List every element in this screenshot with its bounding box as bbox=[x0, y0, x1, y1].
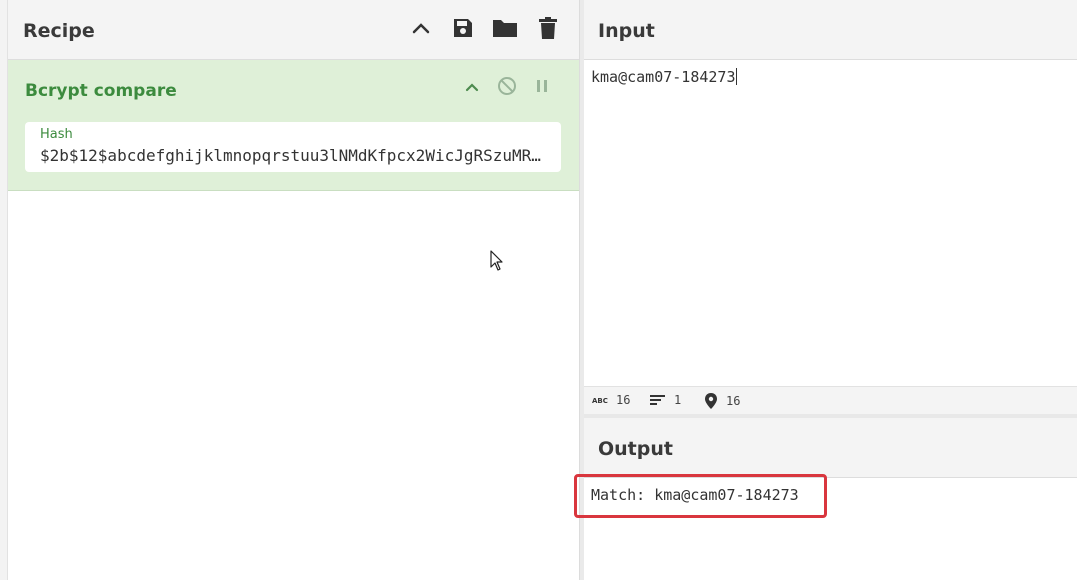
input-header: Input bbox=[584, 0, 1077, 60]
recipe-pane: Recipe Bcrypt compare Hash $2b$12$abcdef… bbox=[0, 0, 580, 580]
output-header: Output bbox=[584, 418, 1077, 478]
input-status-bar: ABC 16 1 16 bbox=[584, 386, 1077, 414]
abc-icon: ABC bbox=[592, 395, 608, 405]
chevron-up-icon bbox=[465, 79, 479, 97]
svg-text:ABC: ABC bbox=[592, 397, 608, 405]
input-title: Input bbox=[598, 20, 655, 42]
lines-value: 1 bbox=[674, 393, 682, 407]
folder-icon bbox=[492, 18, 518, 43]
length-stat: ABC 16 bbox=[592, 393, 630, 407]
operation-title: Bcrypt compare bbox=[25, 81, 177, 101]
mouse-pointer-icon bbox=[490, 250, 504, 277]
hash-label: Hash bbox=[40, 127, 73, 142]
disable-operation-button[interactable] bbox=[495, 76, 519, 100]
pause-icon bbox=[535, 78, 549, 99]
input-textarea[interactable]: kma@cam07-184273 bbox=[584, 60, 1077, 386]
disable-icon bbox=[497, 76, 517, 101]
position-value: 16 bbox=[726, 394, 741, 408]
chevron-up-icon bbox=[412, 21, 430, 39]
hash-field[interactable]: Hash $2b$12$abcdefghijklmnopqrstuu3lNMdK… bbox=[25, 122, 561, 172]
text-caret bbox=[735, 68, 737, 85]
hash-value[interactable]: $2b$12$abcdefghijklmnopqrstuu3lNMdKfpcx2… bbox=[40, 146, 550, 165]
output-textarea[interactable]: Match: kma@cam07-184273 bbox=[584, 478, 1077, 580]
lines-icon bbox=[650, 394, 666, 406]
operation-bcrypt-compare[interactable]: Bcrypt compare Hash $2b$12$abcdefghijklm… bbox=[8, 60, 579, 191]
pause-operation-button[interactable] bbox=[530, 76, 554, 100]
position-stat: 16 bbox=[704, 393, 740, 409]
location-pin-icon bbox=[704, 393, 718, 409]
length-value: 16 bbox=[616, 393, 631, 407]
io-pane: Input kma@cam07-184273 ABC 16 1 16 Outpu… bbox=[584, 0, 1077, 580]
save-recipe-button[interactable] bbox=[448, 15, 478, 45]
load-recipe-button[interactable] bbox=[490, 15, 520, 45]
recipe-title: Recipe bbox=[23, 20, 95, 42]
lines-stat: 1 bbox=[650, 393, 681, 407]
left-panel-edge[interactable] bbox=[0, 0, 8, 580]
minimise-operation-button[interactable] bbox=[460, 76, 484, 100]
output-title: Output bbox=[598, 438, 673, 460]
trash-icon bbox=[539, 16, 557, 44]
clear-recipe-button[interactable] bbox=[533, 15, 563, 45]
input-text: kma@cam07-184273 bbox=[591, 68, 736, 86]
collapse-all-button[interactable] bbox=[406, 15, 436, 45]
recipe-header: Recipe bbox=[8, 0, 579, 60]
save-icon bbox=[452, 17, 474, 44]
output-text: Match: kma@cam07-184273 bbox=[591, 486, 799, 504]
